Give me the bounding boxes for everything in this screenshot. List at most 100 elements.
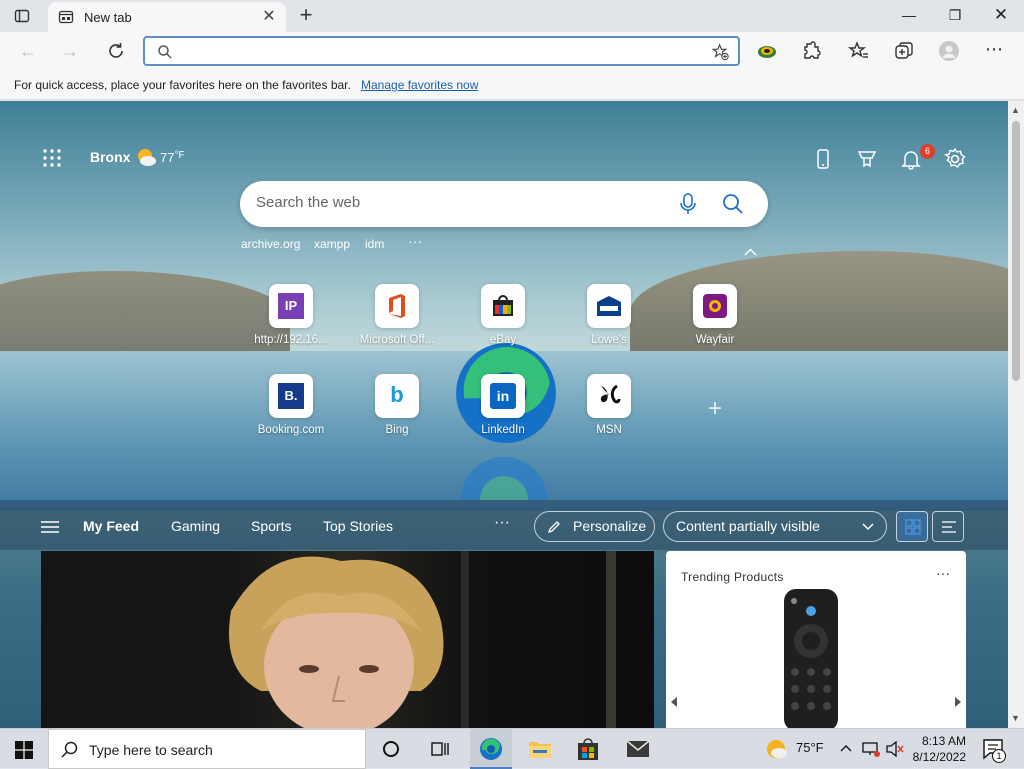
top-site-tile[interactable]: IP http://192.16...	[246, 284, 336, 360]
apps-launcher-icon[interactable]	[42, 148, 62, 168]
scrollbar-thumb[interactable]	[1012, 121, 1020, 381]
back-button[interactable]: ←	[15, 39, 41, 63]
page-scrollbar[interactable]: ▲ ▼	[1008, 101, 1024, 728]
scroll-up-icon[interactable]: ▲	[1011, 105, 1020, 115]
web-search-box[interactable]	[240, 181, 768, 227]
feed-tab-my-feed[interactable]: My Feed	[83, 518, 139, 534]
cortana-icon[interactable]	[382, 740, 400, 758]
minimize-button[interactable]: —	[886, 0, 932, 30]
top-site-tile[interactable]: b Bing	[352, 374, 442, 450]
web-search-input[interactable]	[256, 194, 656, 211]
feed-tab-sports[interactable]: Sports	[251, 518, 291, 534]
microphone-icon[interactable]	[679, 193, 697, 215]
chevron-up-icon[interactable]	[744, 248, 757, 256]
windows-taskbar: Type here to search 75°F 8:13 AM 8/12/20…	[0, 728, 1024, 769]
personalize-button[interactable]: Personalize	[534, 511, 655, 542]
list-view-icon	[942, 521, 956, 533]
tab-actions-icon[interactable]	[14, 8, 30, 24]
quick-search-more[interactable]: ···	[408, 233, 422, 249]
trending-products-title: Trending Products	[681, 570, 784, 584]
feed-more-button[interactable]: ···	[494, 514, 510, 532]
mail-icon[interactable]	[626, 740, 650, 758]
top-site-tile[interactable]: Wayfair	[670, 284, 760, 360]
top-site-tile[interactable]: eBay	[458, 284, 548, 360]
tile-label: LinkedIn	[481, 424, 525, 436]
search-icon	[158, 45, 172, 59]
taskbar-clock[interactable]: 8:13 AM 8/12/2022	[913, 733, 966, 765]
top-site-tile[interactable]: in LinkedIn	[458, 374, 548, 450]
profile-avatar-icon[interactable]	[938, 40, 960, 62]
task-view-icon[interactable]	[430, 740, 450, 758]
tile-label: http://192.16...	[254, 334, 328, 346]
lowes-icon	[587, 284, 631, 328]
file-explorer-icon[interactable]	[528, 738, 552, 760]
settings-more-icon[interactable]: ⋯	[985, 40, 1007, 62]
feed-tab-top-stories[interactable]: Top Stories	[323, 518, 393, 534]
new-tab-button[interactable]: +	[294, 4, 318, 28]
taskbar-weather-text[interactable]: 75°F	[796, 740, 824, 755]
close-tab-icon[interactable]: ✕	[260, 8, 278, 26]
extensions-icon[interactable]	[800, 40, 822, 62]
volume-muted-icon[interactable]	[886, 741, 904, 757]
weather-city[interactable]: Bronx	[90, 149, 130, 165]
tile-label: Booking.com	[257, 424, 325, 436]
carousel-next-icon[interactable]	[954, 697, 962, 707]
refresh-icon[interactable]	[106, 41, 126, 61]
linkedin-glyph: in	[490, 383, 516, 409]
card-more-button[interactable]: ···	[936, 565, 950, 581]
maximize-button[interactable]: ❐	[932, 0, 978, 30]
bing-glyph: b	[390, 382, 404, 407]
news-card-image[interactable]	[41, 551, 654, 728]
add-favorite-icon[interactable]	[711, 43, 730, 61]
feed-tab-gaming[interactable]: Gaming	[171, 518, 220, 534]
close-window-button[interactable]: ✕	[978, 0, 1024, 30]
rewards-icon[interactable]	[855, 147, 879, 171]
address-bar[interactable]	[143, 36, 740, 66]
top-site-tile[interactable]: B. Booking.com	[246, 374, 336, 450]
tab-new-tab[interactable]: New tab ✕	[48, 2, 286, 32]
microsoft-store-icon[interactable]	[577, 737, 599, 761]
network-icon[interactable]	[862, 741, 880, 757]
content-visibility-dropdown[interactable]: Content partially visible	[663, 511, 887, 542]
quick-search-link[interactable]: idm	[365, 237, 384, 251]
partly-sunny-icon	[138, 149, 156, 166]
personalize-label: Personalize	[573, 518, 647, 534]
content-visibility-label: Content partially visible	[676, 518, 820, 534]
collections-icon[interactable]	[893, 40, 915, 62]
top-site-tile[interactable]: MSN	[564, 374, 654, 450]
bing-icon: b	[375, 374, 419, 418]
manage-favorites-link[interactable]: Manage favorites now	[361, 78, 478, 92]
clock-time: 8:13 AM	[921, 734, 966, 748]
taskbar-edge-button[interactable]	[470, 729, 512, 769]
tile-label: Microsoft Off...	[359, 334, 435, 346]
temperature-value: 77	[160, 150, 175, 165]
page-settings-gear-icon[interactable]	[943, 147, 967, 171]
chevron-down-icon	[862, 523, 874, 531]
trending-products-card[interactable]: Trending Products ···	[666, 551, 966, 728]
extension-globe-icon[interactable]	[756, 40, 778, 62]
favorites-bar-message: For quick access, place your favorites h…	[14, 78, 351, 92]
taskbar-search-box[interactable]: Type here to search	[48, 729, 366, 769]
hamburger-menu-icon[interactable]	[41, 520, 59, 534]
search-icon[interactable]	[722, 193, 744, 215]
add-site-button[interactable]: +	[705, 397, 725, 421]
top-site-tile[interactable]: Lowe's	[564, 284, 654, 360]
grid-layout-button[interactable]	[896, 511, 928, 542]
carousel-prev-icon[interactable]	[670, 697, 678, 707]
scroll-down-icon[interactable]: ▼	[1011, 713, 1020, 723]
new-tab-page-icon	[58, 10, 74, 24]
show-hidden-icons-icon[interactable]	[840, 744, 852, 752]
quick-search-link[interactable]: xampp	[314, 237, 350, 251]
favorites-bar: For quick access, place your favorites h…	[0, 70, 1024, 100]
weather-icon[interactable]	[764, 738, 788, 760]
windows-start-icon[interactable]	[15, 741, 33, 759]
linkedin-icon: in	[481, 374, 525, 418]
mobile-device-icon[interactable]	[811, 147, 835, 171]
top-site-tile[interactable]: Microsoft Off...	[352, 284, 442, 360]
weather-temperature[interactable]: 77°F	[160, 150, 185, 165]
forward-button[interactable]: →	[57, 39, 83, 63]
favorites-icon[interactable]	[848, 40, 870, 62]
list-layout-button[interactable]	[932, 511, 964, 542]
address-input[interactable]	[179, 42, 699, 62]
quick-search-link[interactable]: archive.org	[241, 237, 300, 251]
